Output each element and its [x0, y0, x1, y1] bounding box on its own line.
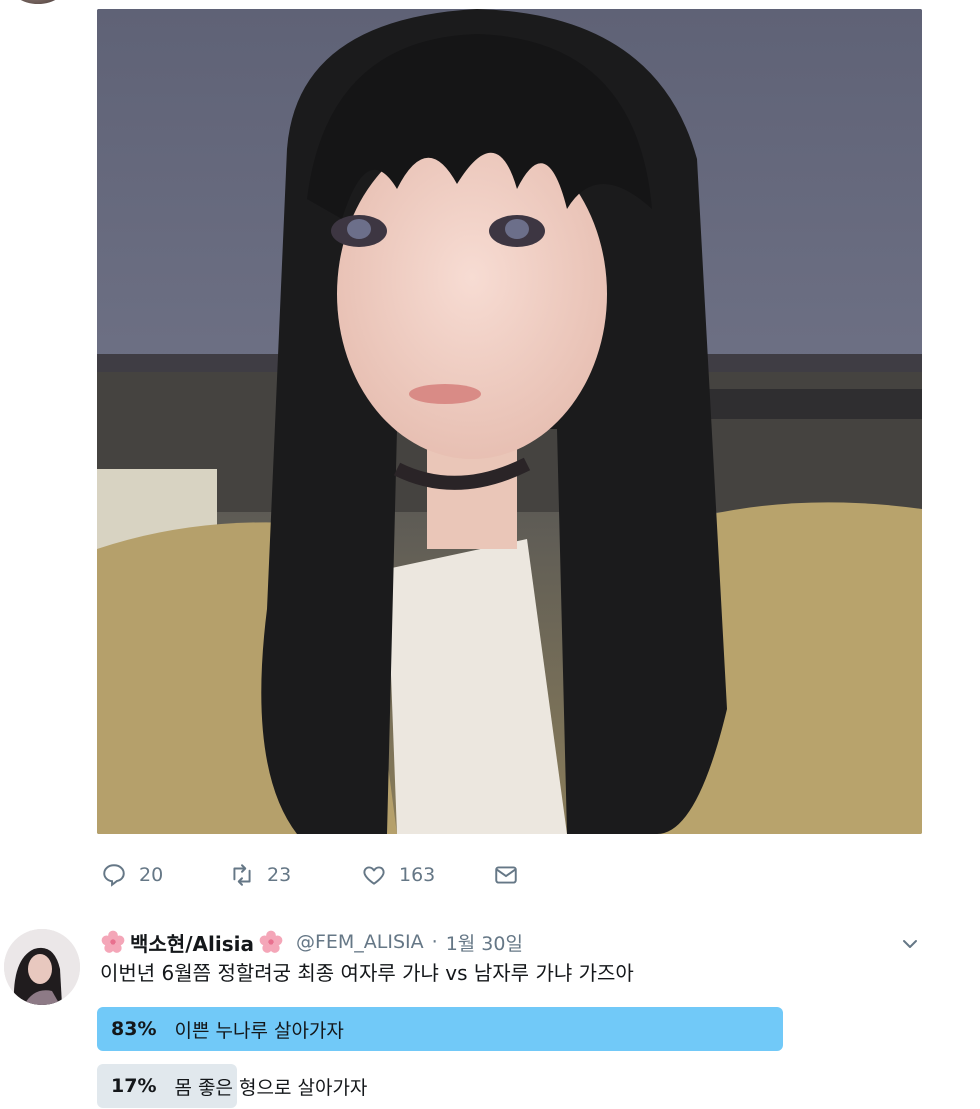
- separator-dot: ·: [431, 931, 438, 953]
- poll-option-2[interactable]: 17% 몸 좋은 형으로 살아가자: [97, 1064, 783, 1108]
- reply-button[interactable]: 20: [101, 855, 163, 895]
- like-button[interactable]: 163: [361, 855, 435, 895]
- tweet-header: 백소현/Alisia @FEM_ALISIA · 1월 30일: [100, 926, 523, 958]
- poll-option-1-label-group: 83% 이쁜 누나루 살아가자: [111, 1007, 344, 1051]
- like-count: 163: [399, 864, 436, 886]
- reply-count: 20: [139, 864, 164, 886]
- poll-label-2: 몸 좋은 형으로 살아가자: [174, 1076, 368, 1099]
- cherry-blossom-icon: [101, 930, 125, 953]
- avatar[interactable]: [4, 929, 80, 1005]
- previous-tweet-avatar[interactable]: [8, 0, 68, 4]
- poll-percent-2: 17%: [111, 1075, 157, 1097]
- direct-message-icon: [495, 866, 517, 884]
- avatar-image: [4, 929, 80, 1005]
- retweet-icon: [233, 864, 251, 886]
- selfie-image: [97, 9, 922, 834]
- poll-option-2-label-group: 17% 몸 좋은 형으로 살아가자: [111, 1064, 367, 1108]
- direct-message-button[interactable]: [493, 855, 519, 895]
- user-handle[interactable]: @FEM_ALISIA: [296, 931, 424, 953]
- tweet-date[interactable]: 1월 30일: [446, 929, 523, 956]
- poll-label-1: 이쁜 누나루 살아가자: [174, 1019, 344, 1042]
- tweet-photo[interactable]: [97, 9, 922, 834]
- more-options-button[interactable]: [896, 932, 924, 956]
- retweet-button[interactable]: 23: [229, 855, 291, 895]
- display-name[interactable]: 백소현/Alisia: [130, 928, 254, 957]
- cherry-blossom-icon: [259, 930, 283, 953]
- chevron-down-icon: [903, 940, 917, 948]
- tweet-text: 이번년 6월쯤 정할려궁 최종 여자루 가냐 vs 남자루 가냐 가즈아: [100, 961, 634, 985]
- poll-percent-1: 83%: [111, 1018, 157, 1040]
- reply-icon: [103, 864, 125, 887]
- like-icon: [363, 866, 385, 885]
- retweet-count: 23: [267, 864, 292, 886]
- tweet-actions: 20 23 163: [97, 855, 697, 895]
- poll-option-1[interactable]: 83% 이쁜 누나루 살아가자: [97, 1007, 783, 1051]
